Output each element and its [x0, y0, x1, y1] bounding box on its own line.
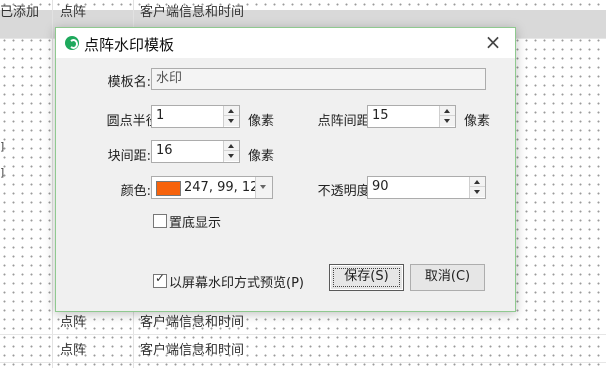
opacity-label: 不透明度: [317, 184, 374, 199]
arrow-down-icon [444, 119, 450, 123]
cancel-button-label: 取消(C) [424, 269, 471, 284]
color-value: 247, 99, 12 [184, 180, 259, 195]
block-spacing-stepper[interactable]: 16 [151, 140, 240, 163]
arrow-down-icon [228, 154, 234, 158]
arrow-up-icon [444, 109, 450, 113]
table-cell: 点阵 [60, 5, 87, 20]
dialog-titlebar[interactable]: 点阵水印模板 × [56, 28, 515, 58]
dot-spacing-label: 点阵间距: [317, 114, 374, 129]
bottom-display-checkbox[interactable] [153, 214, 167, 228]
preview-label: 以屏幕水印方式预览(P) [169, 276, 304, 291]
block-spacing-unit: 像素 [248, 149, 275, 164]
dot-radius-value: 1 [156, 108, 165, 123]
block-spacing-label: 块间距: [107, 149, 151, 164]
save-button[interactable]: 保存(S) [329, 264, 404, 291]
arrow-up-icon [228, 109, 234, 113]
close-button[interactable]: × [481, 31, 505, 55]
row-marker: ] [0, 140, 5, 153]
bottom-display-label: 置底显示 [169, 216, 222, 231]
decrement-button[interactable] [224, 151, 239, 161]
opacity-value: 90 [372, 179, 389, 194]
table-row[interactable]: 点阵 客户端信息和时间 [0, 334, 606, 363]
increment-button[interactable] [440, 106, 455, 116]
decrement-button[interactable] [470, 187, 485, 197]
table-cell: 客户端信息和时间 [140, 343, 245, 358]
table-cell: 已添加 [0, 5, 40, 20]
template-name-label: 模板名: [107, 75, 151, 90]
app-logo-icon [65, 36, 79, 50]
increment-button[interactable] [470, 177, 485, 187]
template-name-field[interactable]: 水印 [151, 68, 486, 90]
opacity-stepper[interactable]: 90 [367, 176, 486, 199]
arrow-up-icon [474, 180, 480, 184]
row-marker: ] [0, 166, 5, 179]
color-picker[interactable]: 247, 99, 12 [151, 176, 273, 199]
table-cell: 客户端信息和时间 [140, 315, 245, 330]
increment-button[interactable] [224, 141, 239, 151]
close-icon: × [484, 30, 502, 54]
increment-button[interactable] [224, 106, 239, 116]
dialog-title: 点阵水印模板 [84, 36, 175, 54]
block-spacing-value: 16 [156, 143, 173, 158]
decrement-button[interactable] [224, 116, 239, 126]
watermark-template-dialog: 点阵水印模板 × 模板名: 水印 圆点半径: 1 像素 点阵间距: 15 像素 … [55, 27, 516, 312]
arrow-down-icon [474, 190, 480, 194]
arrow-down-icon [228, 119, 234, 123]
table-cell: 点阵 [60, 315, 87, 330]
table-cell: 点阵 [60, 343, 87, 358]
preview-checkbox[interactable]: ✓ [153, 271, 167, 288]
focus-outline [333, 268, 400, 287]
dot-spacing-value: 15 [372, 108, 389, 123]
dot-spacing-unit: 像素 [464, 114, 491, 129]
dot-radius-stepper[interactable]: 1 [151, 105, 240, 128]
dot-spacing-stepper[interactable]: 15 [367, 105, 456, 128]
decrement-button[interactable] [440, 116, 455, 126]
cancel-button[interactable]: 取消(C) [410, 264, 485, 291]
checkmark-icon: ✓ [155, 271, 166, 285]
table-cell: 客户端信息和时间 [140, 5, 245, 20]
arrow-up-icon [228, 144, 234, 148]
chevron-down-icon [260, 185, 266, 189]
color-swatch [156, 181, 181, 196]
color-dropdown-button[interactable] [255, 177, 272, 198]
color-label: 颜色: [120, 184, 151, 199]
dot-radius-unit: 像素 [248, 114, 275, 129]
